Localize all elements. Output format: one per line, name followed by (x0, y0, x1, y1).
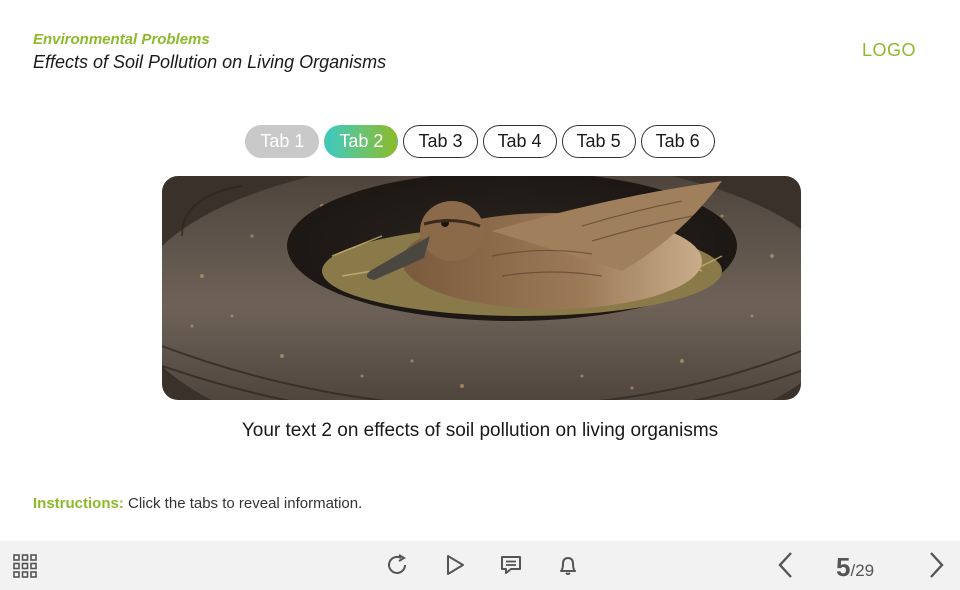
tab-5[interactable]: Tab 5 (561, 125, 636, 158)
tab-4[interactable]: Tab 4 (482, 125, 557, 158)
chevron-right-icon[interactable] (924, 550, 948, 580)
tab-1[interactable]: Tab 1 (245, 125, 320, 158)
tab-6[interactable]: Tab 6 (640, 125, 715, 158)
chevron-left-icon[interactable] (774, 550, 798, 580)
logo: LOGO (861, 40, 916, 60)
slide-title: Effects of Soil Pollution on Living Orga… (33, 52, 387, 72)
bell-icon[interactable] (555, 552, 581, 578)
header: Environmental Problems Effects of Soil P… (33, 31, 386, 74)
tab-3[interactable]: Tab 3 (403, 125, 478, 158)
instructions: Instructions: Click the tabs to reveal i… (33, 495, 362, 512)
instructions-label: Instructions: (33, 495, 124, 512)
tab-bar: Tab 1 Tab 2 Tab 3 Tab 4 Tab 5 Tab 6 (0, 125, 960, 158)
tab-content-text: Your text 2 on effects of soil pollution… (241, 420, 719, 441)
current-page: 5 (836, 552, 851, 582)
tab-2[interactable]: Tab 2 (324, 125, 399, 158)
notes-icon[interactable] (498, 552, 524, 578)
play-icon[interactable] (442, 552, 468, 578)
instructions-text: Click the tabs to reveal information. (128, 495, 363, 512)
replay-icon[interactable] (384, 552, 410, 578)
total-pages: /29 (850, 561, 875, 580)
course-title: Environmental Problems (33, 31, 210, 48)
player-toolbar: 5 /29 (0, 541, 960, 590)
grid-menu-icon[interactable] (12, 553, 38, 579)
content-image (162, 176, 801, 400)
page-counter: 5 /29 (836, 552, 874, 583)
